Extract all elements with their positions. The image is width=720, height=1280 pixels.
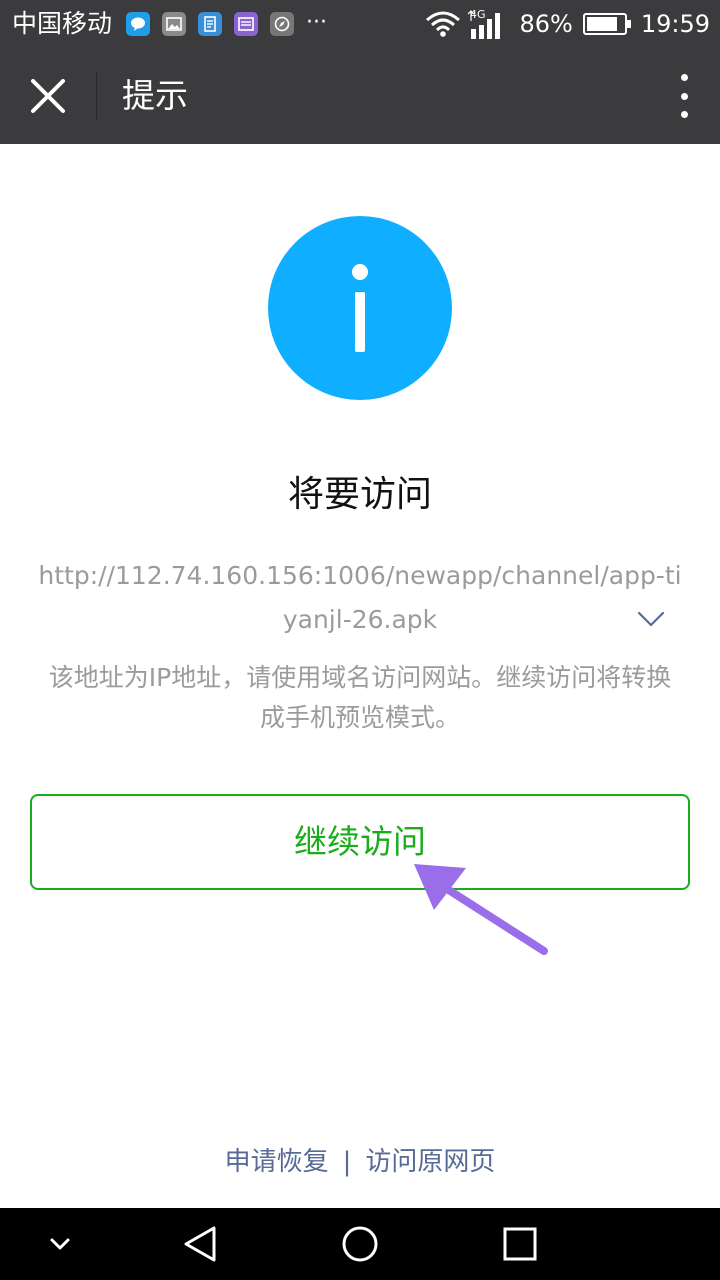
document-icon — [198, 12, 222, 36]
chat-bubble-icon — [126, 12, 150, 36]
recents-button[interactable] — [490, 1222, 550, 1266]
carrier-name: 中国移动 — [12, 9, 113, 38]
cellular-signal-icon: 4G — [468, 8, 501, 39]
page-title: 提示 — [122, 76, 188, 115]
compass-icon — [270, 12, 294, 36]
battery-icon — [582, 13, 631, 35]
status-bar: 中国移动 ··· 4G 86% 19:59 — [0, 0, 720, 48]
chevron-down-icon — [50, 1238, 70, 1250]
close-icon — [31, 79, 65, 113]
hide-keyboard-button[interactable] — [30, 1222, 90, 1266]
more-notifications-indicator: ··· — [306, 10, 327, 35]
system-navigation-bar — [0, 1208, 720, 1280]
home-circle-icon — [342, 1226, 378, 1262]
more-vertical-icon — [680, 74, 688, 81]
network-type-label: 4G — [470, 8, 486, 21]
title-bar: 提示 — [0, 48, 720, 144]
wifi-icon — [426, 11, 461, 37]
notification-icons — [126, 12, 306, 36]
chevron-down-icon — [637, 611, 665, 627]
recents-square-icon — [503, 1227, 537, 1261]
image-icon — [162, 12, 186, 36]
visit-original-link[interactable]: 访问原网页 — [365, 1140, 495, 1184]
back-button[interactable] — [170, 1222, 230, 1266]
battery-level — [586, 17, 618, 31]
message-icon — [234, 12, 258, 36]
footer-separator: | — [342, 1147, 352, 1177]
status-time: 19:59 — [640, 10, 710, 38]
target-url: http://112.74.160.156:1006/newapp/channe… — [38, 561, 682, 634]
back-triangle-icon — [184, 1226, 216, 1262]
info-icon — [268, 216, 452, 400]
battery-percent: 86% — [519, 10, 573, 38]
expand-url-button[interactable] — [634, 604, 668, 634]
title-divider — [96, 72, 97, 120]
footer-links: 申请恢复 | 访问原网页 — [0, 1140, 720, 1184]
request-restore-link[interactable]: 申请恢复 — [225, 1140, 329, 1184]
page-heading: 将要访问 — [287, 474, 432, 515]
annotation-arrow-icon — [414, 864, 548, 955]
continue-visit-button[interactable]: 继续访问 — [30, 794, 690, 890]
close-button[interactable] — [18, 66, 78, 126]
home-button[interactable] — [330, 1222, 390, 1266]
more-options-button[interactable] — [676, 74, 692, 118]
ip-address-notice: 该地址为IP地址，请使用域名访问网站。继续访问将转换成手机预览模式。 — [48, 663, 672, 732]
status-indicators: 4G 86% 19:59 — [425, 6, 710, 42]
